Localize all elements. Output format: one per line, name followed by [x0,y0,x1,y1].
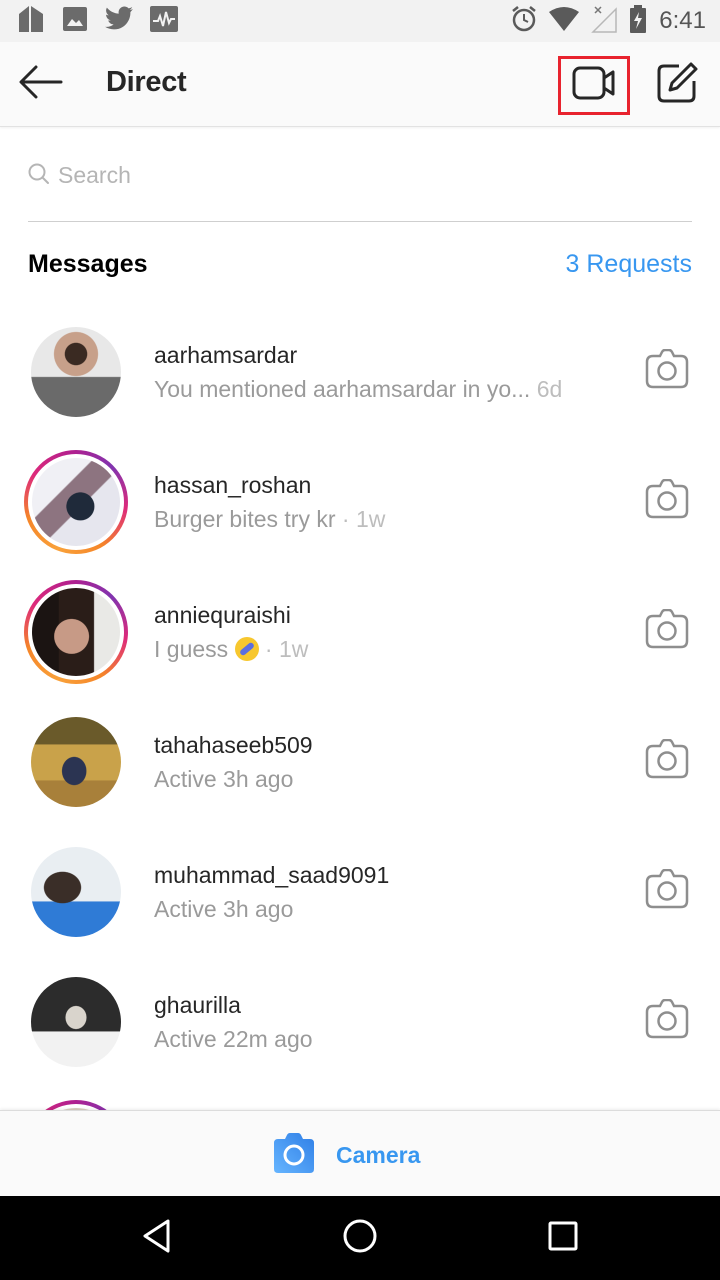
conversation-username: anniequraishi [154,602,291,628]
square-recents-icon [547,1220,579,1257]
conversation-username: aarhamsardar [154,342,298,368]
conversation-row[interactable]: muhammad_saad9091 Active 3h ago [0,826,720,956]
circle-home-icon [342,1218,378,1259]
camera-button[interactable]: Camera [272,1131,420,1179]
video-call-button[interactable] [558,56,630,115]
app-notification-icon [16,4,46,39]
triangle-back-icon [140,1218,174,1259]
preview-time: 6d [536,376,563,402]
avatar-image [28,454,124,550]
preview-text: Burger bites try kr [154,506,336,532]
camera-filled-icon [272,1132,316,1178]
search-bar [28,150,692,222]
back-button[interactable] [18,62,64,106]
conversation-list[interactable]: aarhamsardar You mentioned aarhamsardar … [0,306,720,1112]
nav-back-button[interactable] [132,1214,182,1262]
preview-separator: · [335,506,356,532]
preview-time: 1w [355,506,386,532]
nav-home-button[interactable] [335,1214,385,1262]
avatar-image [31,717,121,807]
search-input[interactable] [58,158,678,192]
no-signal-icon [591,5,618,38]
conversation-row[interactable]: tahahaseeb509 Active 3h ago [0,696,720,826]
camera-icon [645,738,689,784]
camera-reply-button[interactable] [644,608,690,654]
system-nav-bar [0,1196,720,1280]
messages-title: Messages [28,250,148,278]
avatar-image [31,977,121,1067]
page-title: Direct [106,66,187,98]
rolling-laughing-emoji-icon [234,637,259,661]
status-time: 6:41 [659,7,706,34]
conversation-row[interactable]: anniequraishi I guess · 1w [0,566,720,696]
new-message-button[interactable] [654,62,700,108]
camera-reply-button[interactable] [644,478,690,524]
battery-charging-icon [629,4,647,38]
conversation-username: ghaurilla [154,992,241,1018]
camera-icon [645,348,689,394]
avatar-image [31,847,121,937]
camera-icon [645,998,689,1044]
avatar-image [28,584,124,680]
bottom-bar: Camera [0,1110,720,1196]
conversation-preview: You mentioned aarhamsardar in yo... 6d [154,376,562,403]
avatar-story-ring[interactable] [24,580,128,684]
conversation-preview: Burger bites try kr · 1w [154,506,385,533]
avatar[interactable] [24,320,128,424]
conversation-row[interactable]: hassan_roshan Burger bites try kr · 1w [0,436,720,566]
compose-icon [655,61,699,110]
camera-icon [645,608,689,654]
activity-icon [150,5,178,37]
conversation-preview: I guess · 1w [154,636,308,663]
conversation-username: tahahaseeb509 [154,732,313,758]
wifi-icon [549,6,580,37]
preview-time: 1w [279,636,309,662]
image-icon [62,6,88,37]
conversation-preview: Active 3h ago [154,896,294,922]
conversation-row[interactable]: ghaurilla Active 22m ago [0,956,720,1086]
alarm-icon [511,5,537,38]
camera-reply-button[interactable] [644,738,690,784]
arrow-left-icon [19,65,63,104]
camera-reply-button[interactable] [644,348,690,394]
camera-label: Camera [336,1141,421,1168]
conversation-username: muhammad_saad9091 [154,862,390,888]
conversation-username: hassan_roshan [154,472,312,498]
status-bar: 6:41 [0,0,720,42]
twitter-icon [104,6,134,37]
nav-recents-button[interactable] [538,1214,588,1262]
camera-icon [645,868,689,914]
conversation-preview: Active 22m ago [154,1026,313,1052]
preview-text: You mentioned aarhamsardar in yo... [154,376,531,402]
avatar[interactable] [24,710,128,814]
conversation-preview: Active 3h ago [154,766,294,792]
camera-reply-button[interactable] [644,868,690,914]
avatar-story-ring[interactable] [24,450,128,554]
avatar[interactable] [24,840,128,944]
camera-icon [645,478,689,524]
preview-text: I guess [154,636,229,662]
avatar[interactable] [24,970,128,1074]
conversation-row-partial[interactable] [0,1086,720,1112]
requests-link[interactable]: 3 Requests [566,250,692,279]
avatar-image [31,327,121,417]
video-camera-icon [572,65,616,106]
search-icon [28,163,50,190]
messages-header: Messages 3 Requests [28,250,692,284]
preview-separator: · [258,636,279,662]
conversation-row[interactable]: aarhamsardar You mentioned aarhamsardar … [0,306,720,436]
app-bar: Direct [0,42,720,127]
camera-reply-button[interactable] [644,998,690,1044]
